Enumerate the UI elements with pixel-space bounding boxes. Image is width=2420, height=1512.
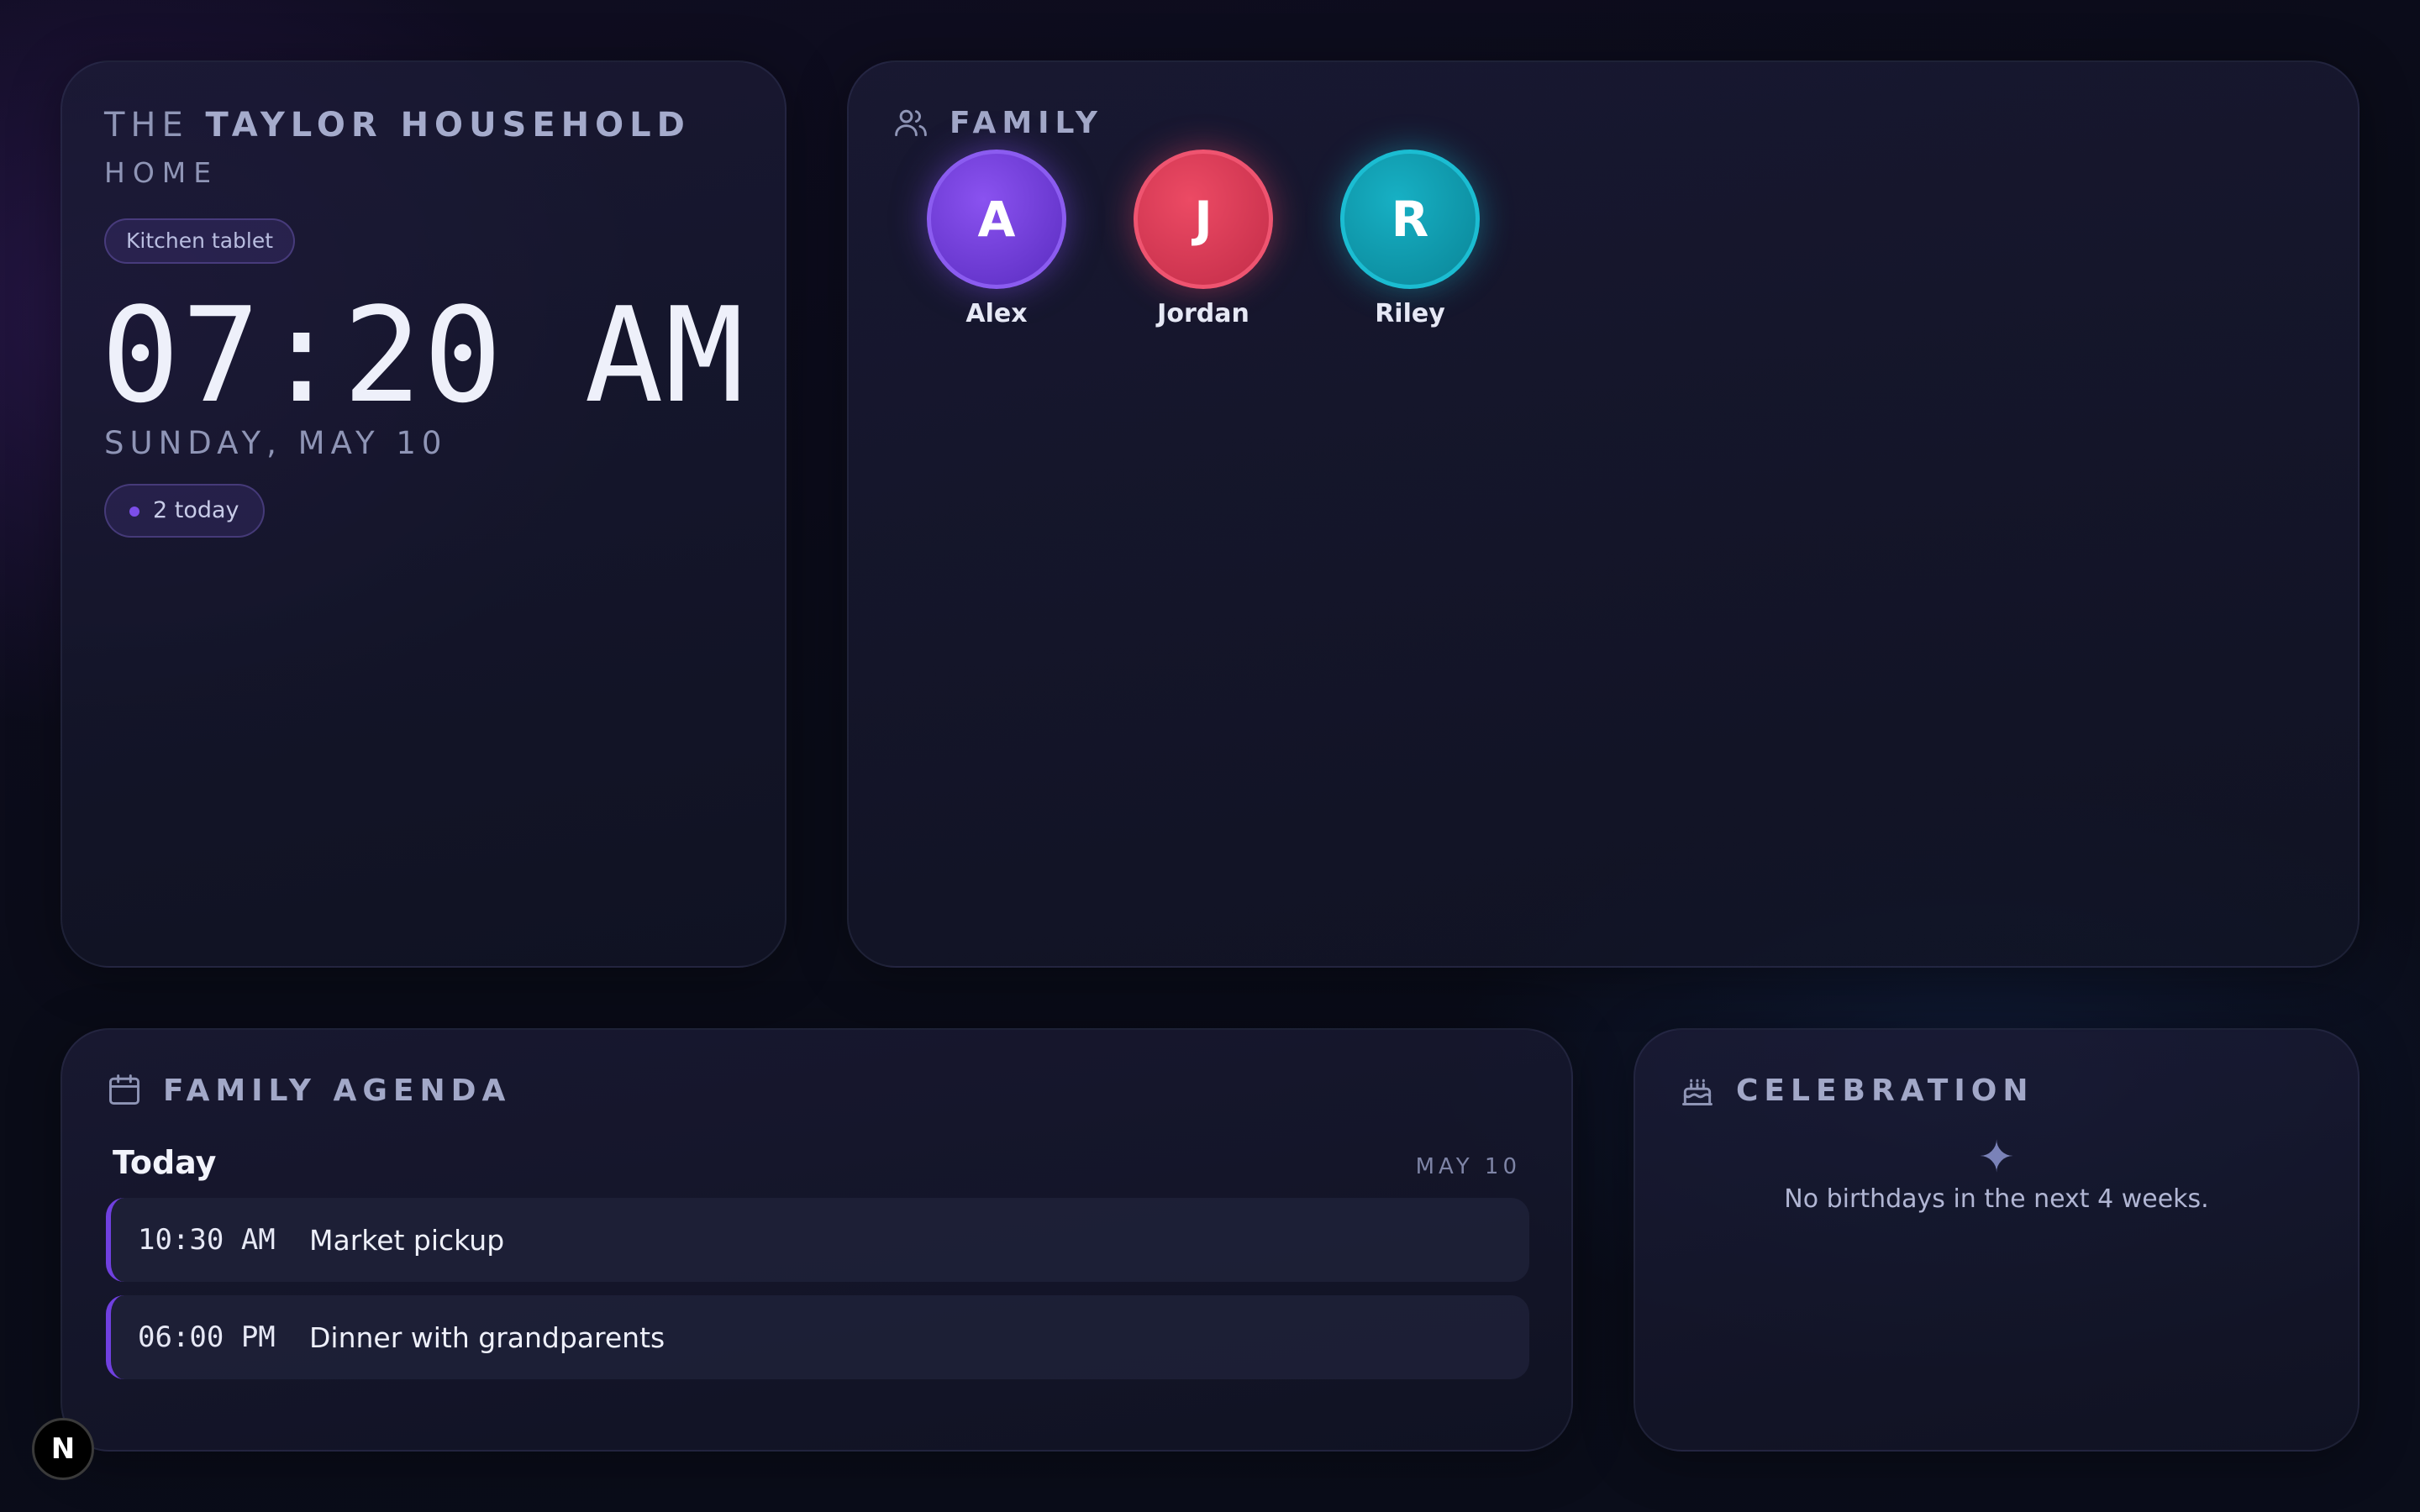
member-name: Alex [965, 299, 1028, 328]
people-icon [895, 109, 927, 137]
agenda-date: MAY 10 [1415, 1154, 1521, 1179]
celebration-header: CELEBRATION [1679, 1072, 2033, 1109]
agenda-header: FAMILY AGENDA [106, 1072, 511, 1109]
avatar: J [1134, 150, 1273, 289]
household-title-prefix: THE [104, 106, 189, 144]
event-title: Market pickup [309, 1223, 505, 1257]
cake-icon [1682, 1079, 1712, 1105]
calendar-icon [109, 1074, 139, 1105]
family-member-alex[interactable]: A Alex [913, 150, 1081, 328]
family-card: FAMILY A Alex J Jordan R Riley [847, 60, 2360, 968]
agenda-heading: FAMILY AGENDA [163, 1073, 512, 1108]
agenda-event[interactable]: 10:30 AM Market pickup [106, 1198, 1529, 1282]
home-subtitle: HOME [104, 156, 219, 189]
sparkle-icon: ✦ [1978, 1132, 2015, 1183]
event-time: 10:30 AM [138, 1223, 276, 1257]
dev-tools-badge[interactable]: N [32, 1418, 94, 1480]
event-title: Dinner with grandparents [309, 1320, 666, 1354]
day-label: Today [113, 1144, 217, 1181]
agenda-event[interactable]: 06:00 PM Dinner with grandparents [106, 1295, 1529, 1379]
device-badge: Kitchen tablet [104, 218, 296, 264]
family-member-riley[interactable]: R Riley [1326, 150, 1494, 328]
event-time: 06:00 PM [138, 1320, 276, 1354]
member-name: Jordan [1157, 299, 1249, 328]
events-today-badge[interactable]: 2 today [104, 484, 265, 538]
member-name: Riley [1375, 299, 1445, 328]
clock-time: 07:20 AM [101, 279, 746, 432]
family-member-jordan[interactable]: J Jordan [1119, 150, 1287, 328]
agenda-card: FAMILY AGENDA Today MAY 10 10:30 AM Mark… [60, 1028, 1573, 1452]
household-title: THE TAYLOR HOUSEHOLD [104, 106, 691, 144]
family-heading: FAMILY [950, 105, 1103, 140]
current-date: SUNDAY, MAY 10 [104, 425, 448, 461]
empty-state-message: No birthdays in the next 4 weeks. [1784, 1184, 2209, 1214]
status-dot [129, 507, 139, 517]
family-header: FAMILY [892, 104, 1103, 141]
avatar: R [1340, 150, 1480, 289]
household-name: TAYLOR HOUSEHOLD [205, 106, 691, 144]
avatar: A [927, 150, 1066, 289]
home-card: THE TAYLOR HOUSEHOLD HOME Kitchen tablet… [60, 60, 786, 968]
events-today-count: 2 today [153, 497, 239, 523]
celebration-card: CELEBRATION ✦ No birthdays in the next 4… [1634, 1028, 2360, 1452]
celebration-heading: CELEBRATION [1736, 1073, 2034, 1108]
